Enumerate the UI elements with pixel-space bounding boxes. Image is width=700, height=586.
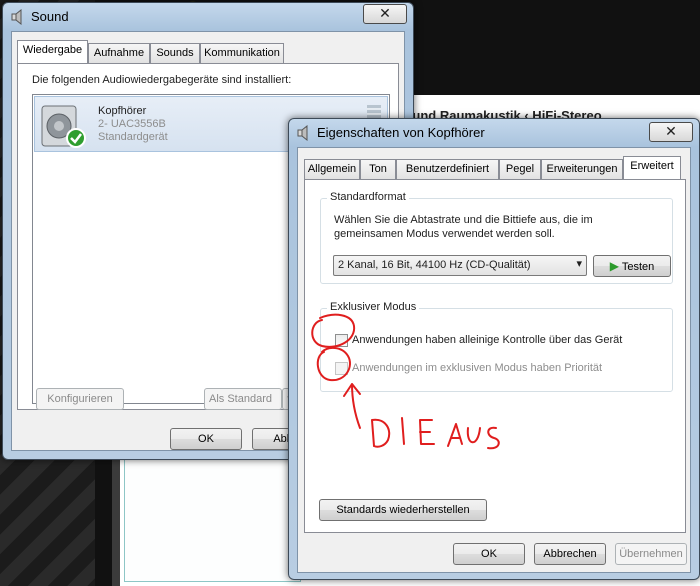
device-status: Standardgerät [98,131,168,143]
properties-tab-panel: Standardformat Wählen Sie die Abtastrate… [304,179,686,533]
default-format-description-2: gemeinsamen Modus verwendet werden soll. [334,228,555,240]
sound-window-title: Sound [31,9,69,24]
speaker-icon [11,9,22,25]
tab-ton[interactable]: Ton [360,159,396,179]
default-format-description-1: Wählen Sie die Abtastrate und die Bittie… [334,214,593,226]
test-button[interactable]: ▶ Testen [593,255,671,277]
sound-ok-button[interactable]: OK [170,428,242,450]
tab-kommunikation[interactable]: Kommunikation [200,43,284,63]
tab-wiedergabe[interactable]: Wiedergabe [17,40,88,63]
exclusive-priority-label: Anwendungen im exklusiven Modus haben Pr… [352,362,603,374]
exclusive-mode-label: Exklusiver Modus [327,301,420,313]
chevron-down-icon: ▾ [576,258,582,270]
properties-cancel-button[interactable]: Abbrechen [534,543,606,565]
sound-close-button[interactable]: ✕ [363,4,407,24]
format-select[interactable]: 2 Kanal, 16 Bit, 44100 Hz (CD-Qualität) … [333,255,587,276]
test-button-label: Testen [621,261,655,273]
play-icon: ▶ [609,259,619,273]
properties-close-button[interactable]: ✕ [649,122,693,142]
default-format-label: Standardformat [327,191,409,203]
exclusive-control-checkbox[interactable] [335,334,348,347]
properties-client-area: Allgemein Ton Benutzerdefiniert Pegel Er… [297,147,691,573]
tab-erweitert[interactable]: Erweitert [623,156,681,179]
exclusive-priority-checkbox[interactable] [335,362,348,375]
properties-window: Eigenschaften von Kopfhörer ✕ Allgemein … [288,118,700,580]
properties-apply-button[interactable]: Übernehmen [615,543,687,565]
set-default-button[interactable]: Als Standard [204,388,282,410]
device-detail: 2- UAC3556B [98,118,166,130]
properties-window-title: Eigenschaften von Kopfhörer [317,125,485,140]
headphone-device-icon [41,105,86,148]
exclusive-mode-group [320,308,673,392]
properties-ok-button[interactable]: OK [453,543,525,565]
devices-intro-text: Die folgenden Audiowiedergabegeräte sind… [32,74,292,86]
restore-defaults-button[interactable]: Standards wiederherstellen [319,499,487,521]
tab-aufnahme[interactable]: Aufnahme [88,43,150,63]
exclusive-control-label: Anwendungen haben alleinige Kontrolle üb… [352,334,623,346]
tab-sounds[interactable]: Sounds [150,43,200,63]
tab-allgemein[interactable]: Allgemein [304,159,360,179]
format-select-value: 2 Kanal, 16 Bit, 44100 Hz (CD-Qualität) [338,259,531,271]
tab-pegel[interactable]: Pegel [499,159,541,179]
device-name: Kopfhörer [98,105,147,117]
configure-button[interactable]: Konfigurieren [36,388,124,410]
speaker-icon [297,125,308,141]
tab-erweiterungen[interactable]: Erweiterungen [541,159,623,179]
tab-benutzerdefiniert[interactable]: Benutzerdefiniert [396,159,499,179]
